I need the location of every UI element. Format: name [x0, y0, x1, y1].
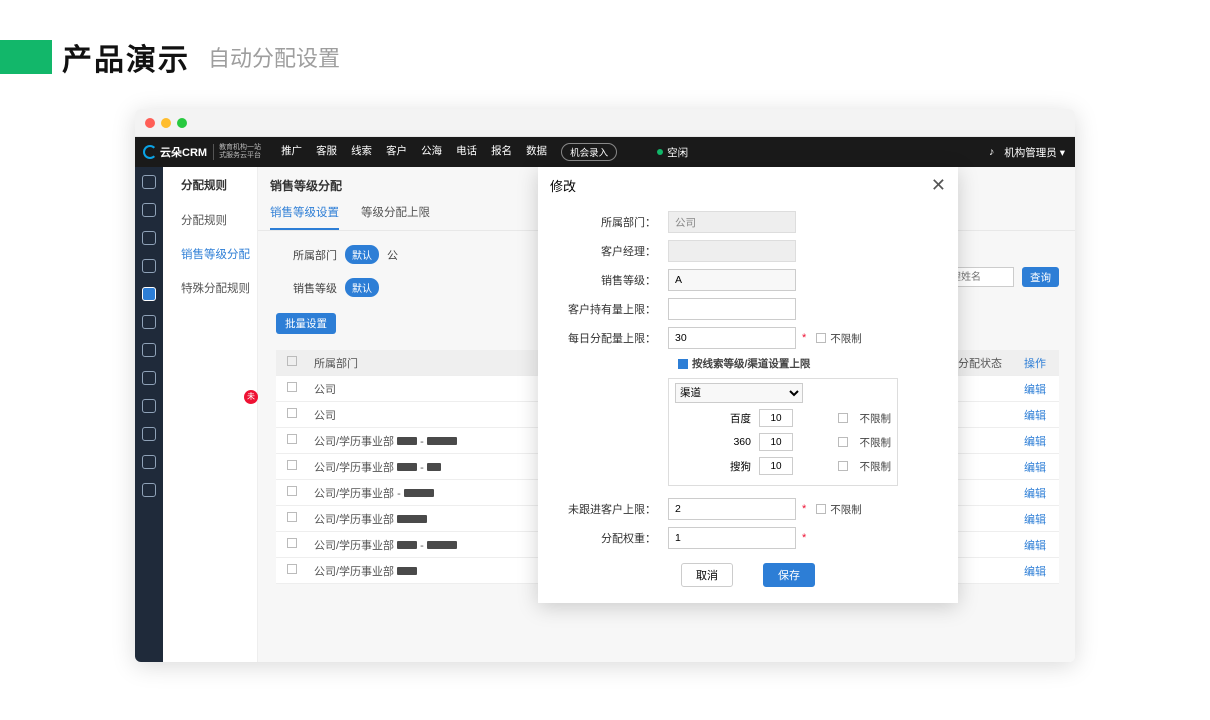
top-nav: 云朵CRM 教育机构一站式服务云平台 推广 客服 线索 客户 公海 电话 报名 …	[135, 137, 1075, 167]
browser-window: 云朵CRM 教育机构一站式服务云平台 推广 客服 线索 客户 公海 电话 报名 …	[135, 109, 1075, 662]
channel-unlimited-checkbox[interactable]	[838, 413, 848, 423]
bell-icon[interactable]: ♪	[989, 146, 994, 158]
level-label: 销售等级：	[538, 272, 668, 288]
nofollow-input[interactable]	[668, 498, 796, 520]
tag-icon[interactable]	[142, 455, 156, 469]
nav-item[interactable]: 电话	[456, 143, 477, 161]
channel-box: 渠道 百度不限制 360不限制 搜狗不限制	[668, 378, 898, 486]
stats-icon[interactable]	[142, 231, 156, 245]
slide-title: 产品演示	[62, 35, 190, 79]
user-menu[interactable]: 机构管理员 ▾	[1004, 145, 1065, 160]
brand-name: 云朵CRM	[160, 144, 207, 160]
nav-item[interactable]: 线索	[351, 143, 372, 161]
dept-label: 所属部门：	[538, 214, 668, 230]
sidebar: 分配规则 分配规则 销售等级分配 特殊分配规则	[163, 167, 258, 662]
level-select[interactable]: A	[668, 269, 796, 291]
close-icon[interactable]: ✕	[931, 175, 946, 196]
nofollow-unlimited-checkbox[interactable]	[816, 504, 826, 514]
close-icon[interactable]	[145, 118, 155, 128]
save-button[interactable]: 保存	[763, 563, 815, 587]
channel-unlimited-checkbox[interactable]	[838, 437, 848, 447]
modal-title: 修改	[550, 176, 576, 195]
message-icon[interactable]	[142, 483, 156, 497]
channel-value-input[interactable]	[759, 457, 793, 475]
sidebar-item-rules[interactable]: 分配规则	[163, 203, 257, 237]
required-icon: *	[802, 503, 806, 515]
daily-unlimited-checkbox[interactable]	[816, 333, 826, 343]
nav-items: 推广 客服 线索 客户 公海 电话 报名 数据 机会录入	[281, 143, 617, 161]
daily-unlimited-label: 不限制	[830, 331, 862, 346]
by-channel-checkbox[interactable]	[678, 359, 688, 369]
logo[interactable]: 云朵CRM 教育机构一站式服务云平台	[143, 144, 261, 160]
hold-label: 客户持有量上限：	[538, 301, 668, 317]
hold-input[interactable]	[668, 298, 796, 320]
nav-item[interactable]: 报名	[491, 143, 512, 161]
required-icon: *	[802, 332, 806, 344]
icon-rail	[135, 167, 163, 662]
sidebar-item-level-alloc[interactable]: 销售等级分配	[163, 237, 257, 271]
nofollow-label: 未跟进客户上限：	[538, 501, 668, 517]
manager-label: 客户经理：	[538, 243, 668, 259]
browser-chrome	[135, 109, 1075, 137]
channel-value-input[interactable]	[759, 433, 793, 451]
channel-name: 搜狗	[675, 459, 751, 474]
edit-modal: 修改 ✕ 所属部门： 客户经理： 销售等级：A 客户持有量上限： 每日分配量上限…	[538, 167, 958, 603]
nav-item[interactable]: 数据	[526, 143, 547, 161]
opportunity-entry-button[interactable]: 机会录入	[561, 143, 617, 161]
nav-item[interactable]: 公海	[421, 143, 442, 161]
required-icon: *	[802, 532, 806, 544]
dept-input	[668, 211, 796, 233]
phone-icon[interactable]	[142, 427, 156, 441]
user-icon[interactable]	[142, 259, 156, 273]
channel-type-select[interactable]: 渠道	[675, 383, 803, 403]
slide-subtitle: 自动分配设置	[208, 41, 340, 73]
status-dot-icon	[657, 149, 663, 155]
manager-input	[668, 240, 796, 262]
content: 未 销售等级分配 销售等级设置 等级分配上限 所属部门 默认 公 销售等级 默认…	[258, 167, 1075, 662]
maximize-icon[interactable]	[177, 118, 187, 128]
daily-label: 每日分配量上限：	[538, 330, 668, 346]
nav-item[interactable]: 客服	[316, 143, 337, 161]
settings-icon[interactable]	[142, 287, 156, 301]
sidebar-head: 分配规则	[163, 167, 257, 203]
logo-icon	[143, 145, 157, 159]
by-channel-label: 按线索等级/渠道设置上限	[692, 356, 810, 371]
dashboard-icon[interactable]	[142, 175, 156, 189]
brand-sub: 教育机构一站式服务云平台	[213, 144, 261, 159]
badge-icon: 未	[244, 390, 258, 404]
nav-item[interactable]: 推广	[281, 143, 302, 161]
channel-value-input[interactable]	[759, 409, 793, 427]
daily-input[interactable]	[668, 327, 796, 349]
channel-name: 百度	[675, 411, 751, 426]
modal-overlay: 修改 ✕ 所属部门： 客户经理： 销售等级：A 客户持有量上限： 每日分配量上限…	[258, 167, 1075, 662]
channel-unlimited-checkbox[interactable]	[838, 461, 848, 471]
weight-label: 分配权重：	[538, 530, 668, 546]
warning-icon[interactable]	[142, 343, 156, 357]
minimize-icon[interactable]	[161, 118, 171, 128]
cancel-button[interactable]: 取消	[681, 563, 733, 587]
home-icon[interactable]	[142, 315, 156, 329]
shield-icon[interactable]	[142, 203, 156, 217]
weight-input[interactable]	[668, 527, 796, 549]
status-label: 空闲	[667, 145, 688, 160]
doc-icon[interactable]	[142, 399, 156, 413]
nofollow-unlimited-label: 不限制	[830, 502, 862, 517]
accent-block	[0, 40, 52, 74]
channel-name: 360	[675, 436, 751, 448]
sidebar-item-special[interactable]: 特殊分配规则	[163, 271, 257, 305]
nav-item[interactable]: 客户	[386, 143, 407, 161]
person-icon[interactable]	[142, 371, 156, 385]
